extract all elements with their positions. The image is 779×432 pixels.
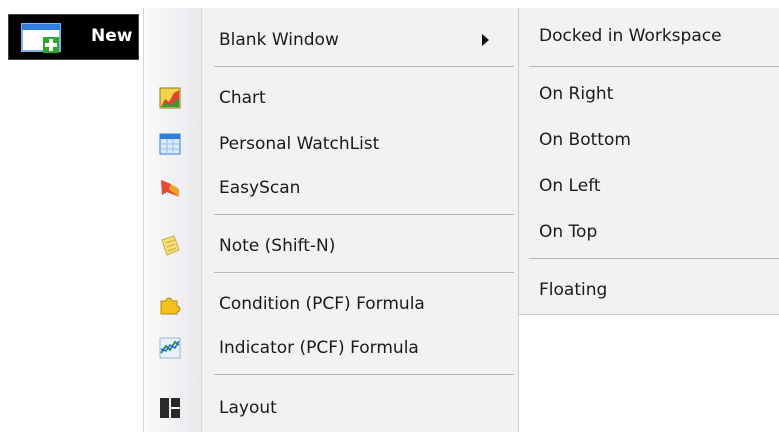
menu-item-condition-formula[interactable]: Condition (PCF) Formula [144, 284, 518, 324]
submenu-item-label: On Top [539, 222, 598, 242]
menu-separator [214, 66, 514, 67]
menu-item-label: Indicator (PCF) Formula [219, 338, 419, 358]
menu-item-easyscan[interactable]: EasyScan [144, 168, 518, 208]
submenu-item-docked-in-workspace[interactable]: Docked in Workspace [519, 16, 779, 56]
submenu-arrow-icon [482, 34, 489, 46]
layout-icon [160, 398, 180, 418]
submenu-item-label: On Right [539, 84, 614, 104]
menu-item-label: Layout [219, 398, 277, 418]
submenu-separator [529, 258, 779, 259]
submenu-item-label: Docked in Workspace [539, 26, 722, 46]
menu-item-personal-watchlist[interactable]: Personal WatchList [144, 124, 518, 164]
new-button[interactable]: New [8, 14, 139, 60]
menu-separator [214, 374, 514, 375]
puzzle-icon [160, 297, 181, 315]
menu-item-label: Blank Window [219, 30, 339, 50]
new-button-label: New [91, 26, 133, 46]
submenu-item-on-bottom[interactable]: On Bottom [519, 120, 779, 160]
menu-item-label: EasyScan [219, 178, 301, 198]
menu-icon-gutter [144, 8, 202, 432]
menu-item-label: Chart [219, 88, 266, 108]
menu-separator [214, 272, 514, 273]
new-dropdown-menu: Blank Window Chart Personal WatchList Ea… [143, 8, 519, 432]
menu-item-label: Condition (PCF) Formula [219, 294, 425, 314]
submenu-item-on-left[interactable]: On Left [519, 166, 779, 206]
submenu-separator [529, 66, 779, 67]
menu-item-chart[interactable]: Chart [144, 78, 518, 118]
chart-icon [159, 87, 181, 109]
new-window-icon [21, 23, 61, 53]
menu-item-label: Personal WatchList [219, 134, 380, 154]
submenu-item-floating[interactable]: Floating [519, 270, 779, 310]
submenu-item-on-right[interactable]: On Right [519, 74, 779, 114]
submenu-item-on-top[interactable]: On Top [519, 212, 779, 252]
menu-item-note[interactable]: Note (Shift-N) [144, 226, 518, 266]
menu-item-label: Note (Shift-N) [219, 236, 336, 256]
submenu-item-label: On Left [539, 176, 601, 196]
easyscan-icon [161, 180, 179, 197]
menu-item-indicator-formula[interactable]: Indicator (PCF) Formula [144, 328, 518, 368]
submenu-item-label: Floating [539, 280, 608, 300]
menu-item-blank-window[interactable]: Blank Window [144, 20, 518, 60]
note-icon [161, 235, 180, 256]
submenu-item-label: On Bottom [539, 130, 631, 150]
blank-window-submenu: Docked in Workspace On Right On Bottom O… [518, 8, 779, 315]
menu-item-layout[interactable]: Layout [144, 388, 518, 428]
indicator-chart-icon [159, 337, 181, 359]
watchlist-icon [159, 133, 181, 155]
menu-separator [214, 214, 514, 215]
